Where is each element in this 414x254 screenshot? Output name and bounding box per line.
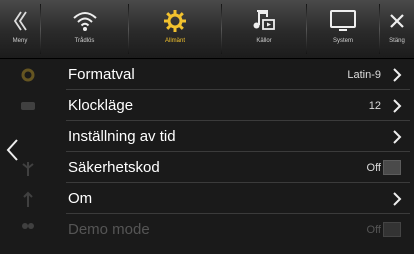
top-navigation-bar: Meny Trådlös Allmänt Källor System Stäng [0,0,414,59]
tab-tradlos-label: Trådlös [74,38,95,44]
music-source-icon [251,6,277,36]
close-label: Stäng [389,38,405,44]
tab-kallor-label: Källor [256,38,272,44]
setting-value: 12 [368,99,381,112]
people-icon [22,222,34,229]
setting-label: Klockläge [68,97,134,114]
setting-value: Off [366,161,381,174]
setting-row-om[interactable]: Om [0,183,414,214]
car-icon [21,101,35,110]
settings-list: Formatval Latin-9 Klockläge 12 Inställni… [0,59,414,245]
setting-label: Om [68,190,93,207]
chevron-right-icon [393,191,402,206]
gear-icon [21,68,35,81]
tab-allmant[interactable]: Allmänt [129,0,221,58]
tab-allmant-label: Allmänt [164,38,185,44]
wifi-icon [72,6,98,36]
tab-system-label: System [332,38,353,44]
close-button[interactable]: Stäng [380,0,414,58]
toggle-switch[interactable] [383,222,401,237]
antenna-icon [23,191,33,207]
chevron-right-icon [393,129,402,144]
setting-label: Säkerhetskod [68,159,160,176]
chevron-right-icon [393,98,402,113]
tab-tradlos[interactable]: Trådlös [41,0,128,58]
double-chevron-left-icon [12,6,28,36]
close-icon [389,6,405,36]
setting-value: Off [366,223,381,236]
tab-kallor[interactable]: Källor [222,0,306,58]
tab-system[interactable]: System [307,0,379,58]
setting-label: Demo mode [68,221,150,238]
setting-label: Inställning av tid [68,128,176,145]
setting-row-sakerhetskod[interactable]: Säkerhetskod Off [0,152,414,183]
monitor-icon [329,6,357,36]
setting-row-demo-mode[interactable]: Demo mode Off [0,214,414,245]
setting-label: Formatval [68,66,135,83]
setting-row-installning-av-tid[interactable]: Inställning av tid [0,121,414,152]
toggle-switch[interactable] [383,160,401,175]
menu-button[interactable]: Meny [0,0,40,58]
setting-row-klocklage[interactable]: Klockläge 12 [0,90,414,121]
chevron-right-icon [393,67,402,82]
menu-label: Meny [12,38,28,44]
setting-row-formatval[interactable]: Formatval Latin-9 [0,59,414,90]
gear-icon [162,6,188,36]
setting-value: Latin-9 [347,68,381,81]
antenna-icon [22,161,34,176]
